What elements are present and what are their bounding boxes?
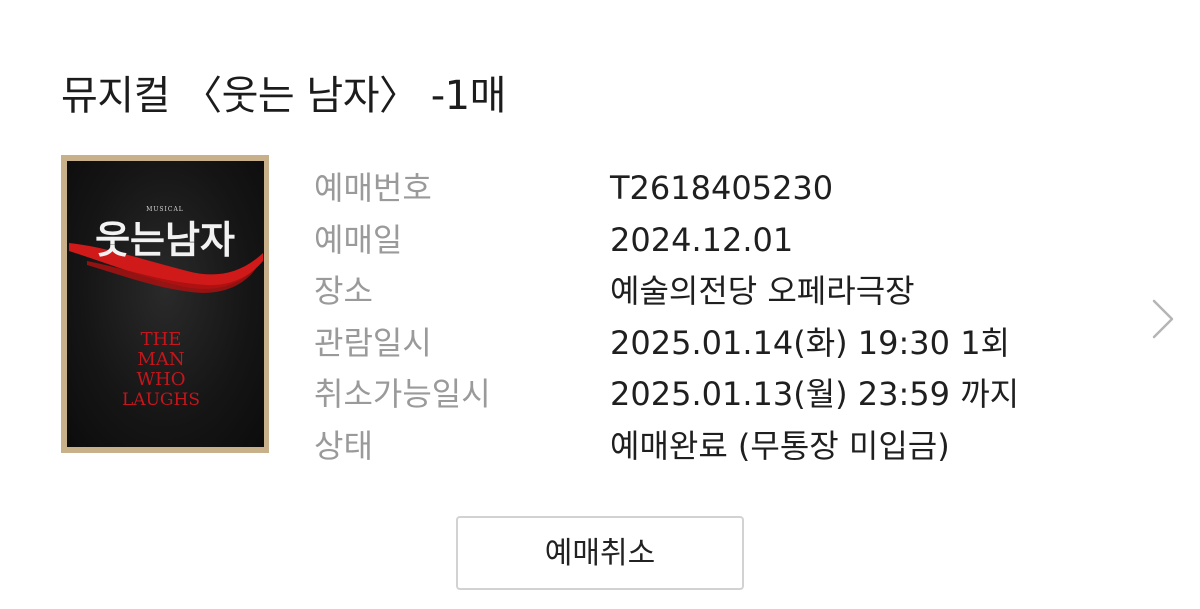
cancel-booking-button[interactable]: 예매취소: [456, 516, 744, 590]
detail-label: 장소: [314, 272, 373, 310]
detail-label: 예매일: [314, 220, 403, 259]
ticket-details: 예매번호 T2618405230 예매일 2024.12.01 장소 예술의전당…: [314, 166, 1074, 475]
detail-row-status: 상태 예매완료 (무통장 미입금): [314, 424, 1074, 476]
detail-value: T2618405230: [610, 169, 834, 207]
detail-label: 상태: [314, 426, 373, 465]
chevron-right-icon[interactable]: [1150, 298, 1176, 340]
detail-value: 예매완료 (무통장 미입금): [610, 426, 950, 465]
detail-row-cancel-deadline: 취소가능일시 2025.01.13(월) 23:59 까지: [314, 372, 1074, 424]
detail-label: 예매번호: [314, 169, 432, 207]
page-title: 뮤지컬 〈웃는 남자〉 -1매: [61, 73, 506, 119]
poster-small-caption: MUSICAL: [146, 206, 184, 213]
detail-value: 2025.01.14(화) 19:30 1회: [610, 323, 1010, 362]
poster-image[interactable]: MUSICAL 웃는남자 THE MAN WHO LAUGHS: [61, 155, 269, 453]
detail-value: 예술의전당 오페라극장: [610, 272, 915, 310]
detail-row-show-datetime: 관람일시 2025.01.14(화) 19:30 1회: [314, 321, 1074, 373]
detail-label: 관람일시: [314, 323, 432, 362]
poster-graphic: MUSICAL 웃는남자 THE MAN WHO LAUGHS: [69, 206, 263, 410]
detail-value: 2025.01.13(월) 23:59 까지: [610, 375, 1020, 413]
detail-label: 취소가능일시: [314, 375, 491, 413]
poster-title-en-line: LAUGHS: [122, 390, 200, 410]
detail-row-venue: 장소 예술의전당 오페라극장: [314, 269, 1074, 321]
poster-title-en-line: MAN: [137, 349, 184, 370]
poster-title-en-line: WHO: [137, 369, 186, 390]
detail-row-booking-date: 예매일 2024.12.01: [314, 218, 1074, 270]
poster-title-en-line: THE: [141, 329, 182, 350]
poster-artwork: MUSICAL 웃는남자 THE MAN WHO LAUGHS: [67, 161, 264, 447]
poster-title-ko: 웃는남자: [95, 218, 235, 262]
detail-value: 2024.12.01: [610, 220, 794, 259]
detail-row-booking-number: 예매번호 T2618405230: [314, 166, 1074, 218]
